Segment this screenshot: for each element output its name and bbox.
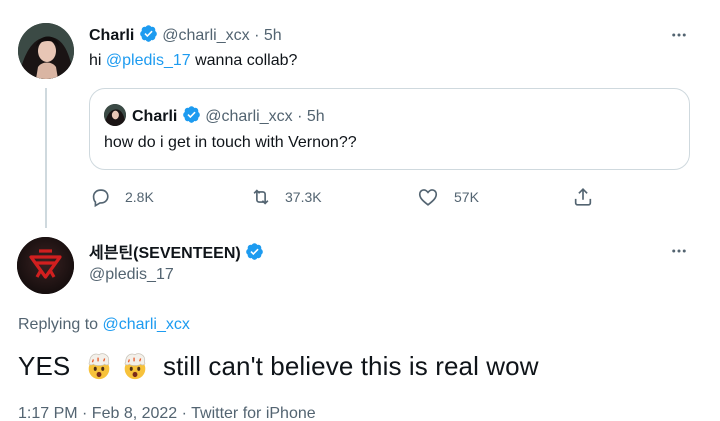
avatar-seventeen[interactable] (17, 237, 74, 294)
more-options-button[interactable] (667, 239, 691, 263)
more-horizontal-icon (672, 249, 686, 253)
replying-mention-link[interactable]: @charli_xcx (103, 316, 190, 333)
share-button[interactable] (572, 186, 594, 208)
quoted-time: · 5h (297, 108, 325, 125)
more-options-button[interactable] (667, 23, 691, 47)
author-name[interactable]: 세븐틴(SEVENTEEN) (89, 245, 241, 262)
reply-count: 2.8K (125, 189, 154, 205)
verified-badge-icon (182, 105, 201, 129)
tweet1-text: hi @pledis_17 wanna collab? (89, 52, 297, 70)
thread-line (45, 88, 47, 228)
tweet-time[interactable]: · 5h (254, 27, 282, 44)
tweet2-text-start: YES (18, 351, 71, 381)
tweet2-text: YES still can't believe this is real wow (18, 351, 539, 382)
exploding-head-emoji-icon (84, 351, 114, 381)
share-icon (574, 188, 592, 206)
author-handle[interactable]: @charli_xcx (162, 27, 249, 44)
quoted-author-handle: @charli_xcx (205, 108, 293, 125)
quoted-header: Charli @charli_xcx · 5h (132, 105, 325, 129)
verified-badge-icon (245, 242, 264, 266)
avatar-charli[interactable] (18, 23, 74, 79)
like-count: 57K (454, 189, 479, 205)
reply-icon (92, 189, 109, 208)
quoted-text: how do i get in touch with Vernon?? (104, 134, 357, 151)
more-horizontal-icon (672, 33, 686, 37)
tweet1-header: Charli @charli_xcx · 5h (89, 24, 282, 48)
replying-prefix: Replying to (18, 316, 103, 333)
retweet-icon (253, 189, 269, 205)
verified-badge-icon (139, 24, 158, 48)
mention-link[interactable]: @pledis_17 (106, 52, 191, 69)
like-button[interactable]: 57K (417, 186, 479, 208)
quoted-author-name: Charli (132, 108, 178, 125)
replying-to: Replying to @charli_xcx (18, 316, 190, 334)
quoted-avatar (104, 104, 126, 126)
tweet2-header: 세븐틴(SEVENTEEN) (89, 239, 264, 266)
quoted-tweet-card[interactable] (89, 88, 690, 170)
author-handle[interactable]: @pledis_17 (89, 266, 174, 284)
tweet2-text-end: still can't believe this is real wow (162, 351, 539, 381)
retweet-button[interactable]: 37.3K (249, 186, 322, 208)
tweet1-text-suffix: wanna collab? (190, 52, 298, 69)
reply-button[interactable]: 2.8K (89, 186, 154, 208)
retweet-count: 37.3K (285, 189, 322, 205)
exploding-head-emoji-icon (120, 351, 150, 381)
tweet1-text-prefix: hi (89, 52, 106, 69)
like-icon (418, 189, 438, 206)
tweet-timestamp[interactable]: 1:17 PM · Feb 8, 2022 · Twitter for iPho… (18, 405, 316, 421)
author-name[interactable]: Charli (89, 27, 134, 44)
